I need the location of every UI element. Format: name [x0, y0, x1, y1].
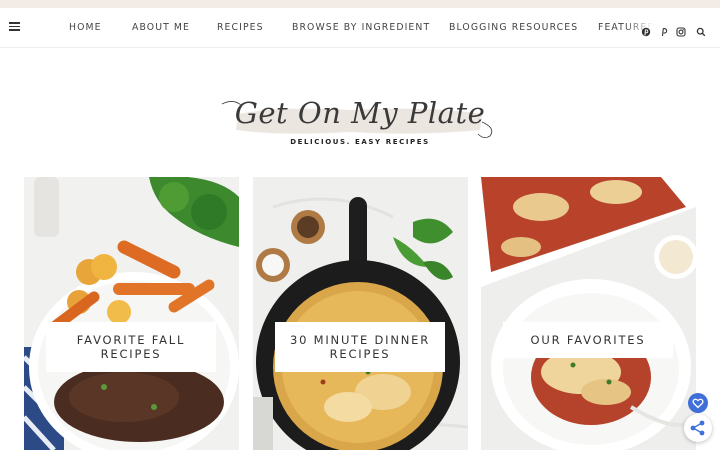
nav-item-recipes[interactable]: RECIPES [217, 22, 264, 34]
card-label-our-favorites[interactable]: OUR FAVORITES [503, 322, 673, 358]
pinterest-p-icon[interactable] [659, 27, 669, 37]
nav-item-browse-by-ingredient[interactable]: BROWSE BY INGREDIENT [292, 22, 430, 34]
top-accent-bar [0, 0, 720, 8]
heart-icon [692, 398, 704, 409]
search-icon[interactable] [696, 27, 706, 37]
nav-item-home[interactable]: HOME [69, 22, 102, 34]
card-label-30-minute-dinner[interactable]: 30 MINUTE DINNER RECIPES [275, 322, 445, 372]
hamburger-menu-icon[interactable] [9, 22, 20, 31]
fall-recipes-photo [24, 177, 239, 450]
nav-item-about-me[interactable]: ABOUT ME [132, 22, 190, 34]
share-icon [690, 420, 705, 436]
logo-tagline: DELICIOUS. EASY RECIPES [290, 138, 430, 146]
our-favorites-photo [481, 177, 696, 450]
30-minute-dinner-photo [253, 177, 468, 450]
share-button[interactable] [684, 414, 712, 442]
logo-title: Get On My Plate [234, 96, 486, 130]
category-card-our-favorites[interactable]: OUR FAVORITES [481, 177, 696, 450]
instagram-icon[interactable] [676, 27, 686, 37]
nav-item-blogging-resources[interactable]: BLOGGING RESOURCES [449, 22, 578, 34]
site-logo[interactable]: Get On My Plate DELICIOUS. EASY RECIPES [220, 92, 500, 154]
pinterest-icon[interactable] [641, 27, 651, 37]
save-heart-button[interactable] [688, 393, 708, 413]
category-card-fall-recipes[interactable]: FAVORITE FALL RECIPES [24, 177, 239, 450]
card-label-fall-recipes[interactable]: FAVORITE FALL RECIPES [46, 322, 216, 372]
category-card-30-minute-dinner[interactable]: 30 MINUTE DINNER RECIPES [253, 177, 468, 450]
main-navigation: HOME ABOUT ME RECIPES BROWSE BY INGREDIE… [0, 8, 720, 48]
